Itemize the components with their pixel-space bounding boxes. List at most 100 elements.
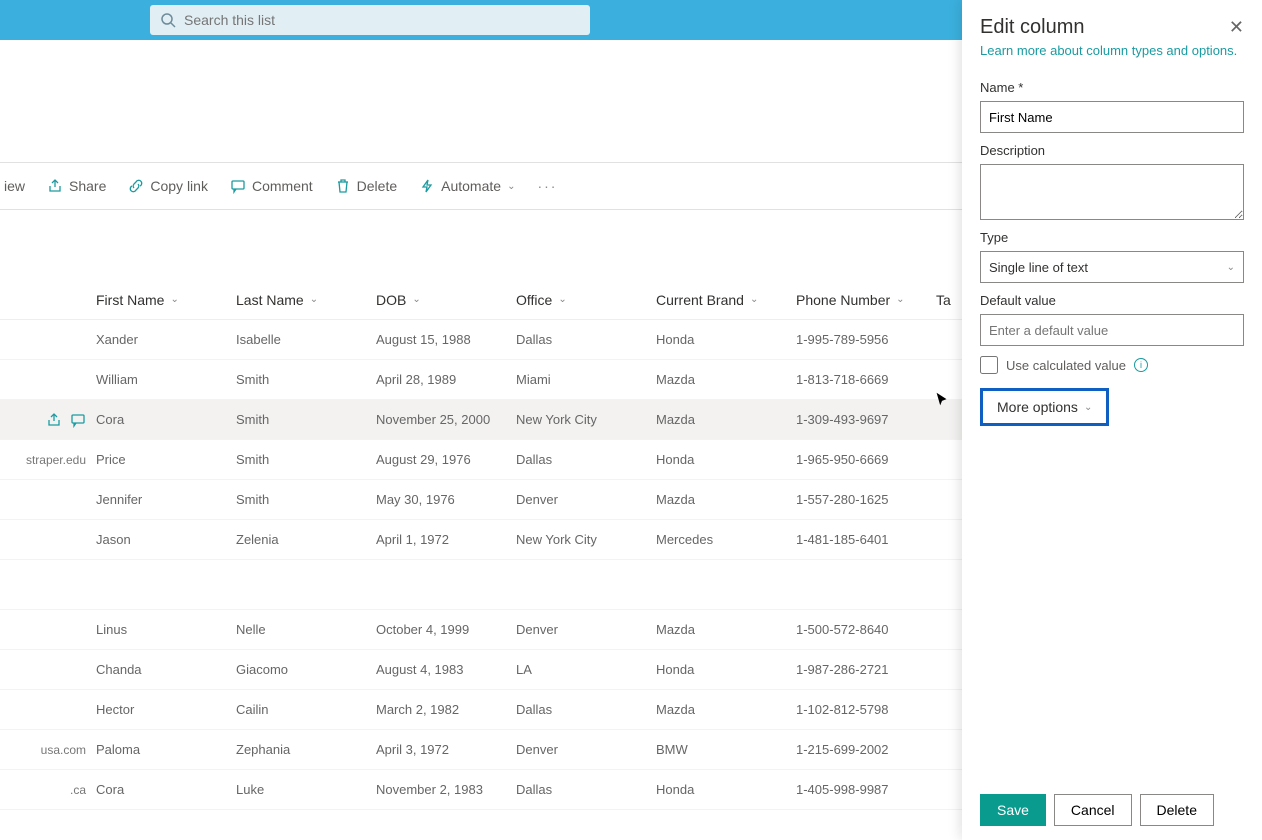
chevron-down-icon: ⌄ [507,181,515,192]
cell-first-name: Hector [96,702,236,717]
use-calculated-value-checkbox[interactable] [980,356,998,374]
type-value: Single line of text [989,260,1088,275]
share-icon [47,178,63,194]
chevron-down-icon: ⌄ [1227,262,1235,273]
chevron-down-icon: ⌄ [412,294,420,305]
more-commands-button[interactable]: ··· [537,178,557,194]
cell-office: Dallas [516,782,656,797]
name-label: Name * [980,80,1244,95]
cell-phone: 1-995-789-5956 [796,332,936,347]
comment-icon[interactable] [70,412,86,428]
more-options-button[interactable]: More options ⌄ [980,388,1109,426]
default-value-input[interactable] [980,314,1244,346]
cell-office: New York City [516,412,656,427]
cell-first-name: Jason [96,532,236,547]
cell-last-name: Smith [236,372,376,387]
cell-first-name: Linus [96,622,236,637]
cell-phone: 1-215-699-2002 [796,742,936,757]
chevron-down-icon: ⌄ [896,294,904,305]
cell-office: Dallas [516,702,656,717]
default-value-label: Default value [980,293,1244,308]
comment-icon [230,178,246,194]
chevron-down-icon: ⌄ [310,294,318,305]
cell-dob: April 1, 1972 [376,532,516,547]
edit-column-panel: Edit column ✕ Learn more about column ty… [962,0,1262,840]
cell-dob: November 2, 1983 [376,782,516,797]
more-options-label: More options [997,399,1078,415]
row-lead: usa.com [0,743,96,757]
cell-office: Denver [516,742,656,757]
delete-button[interactable]: Delete [335,178,397,194]
panel-title: Edit column [980,16,1085,39]
cell-office: Dallas [516,332,656,347]
cell-brand: Mazda [656,492,796,507]
cell-brand: Honda [656,332,796,347]
view-menu[interactable]: iew [4,178,25,194]
column-header-first-name[interactable]: First Name⌄ [96,292,236,308]
copy-link-button[interactable]: Copy link [128,178,208,194]
search-input[interactable] [184,12,580,28]
cell-brand: BMW [656,742,796,757]
cancel-button[interactable]: Cancel [1054,794,1132,826]
chevron-down-icon: ⌄ [1084,402,1092,413]
type-select[interactable]: Single line of text ⌄ [980,251,1244,283]
info-icon[interactable]: i [1134,358,1148,372]
cell-office: Denver [516,622,656,637]
column-header-office[interactable]: Office⌄ [516,292,656,308]
cell-last-name: Zelenia [236,532,376,547]
cell-dob: March 2, 1982 [376,702,516,717]
cell-first-name: Cora [96,412,236,427]
automate-button[interactable]: Automate ⌄ [419,178,515,194]
row-lead: .ca [0,783,96,797]
link-icon [128,178,144,194]
cell-office: Miami [516,372,656,387]
cell-first-name: William [96,372,236,387]
cell-office: Dallas [516,452,656,467]
cell-brand: Mazda [656,372,796,387]
cell-dob: April 3, 1972 [376,742,516,757]
cell-brand: Mazda [656,702,796,717]
column-header-last-name[interactable]: Last Name⌄ [236,292,376,308]
column-header-dob[interactable]: DOB⌄ [376,292,516,308]
cell-office: Denver [516,492,656,507]
learn-more-link[interactable]: Learn more about column types and option… [980,43,1244,58]
automate-icon [419,178,435,194]
cell-first-name: Chanda [96,662,236,677]
cell-phone: 1-405-998-9987 [796,782,936,797]
cell-first-name: Cora [96,782,236,797]
cell-last-name: Nelle [236,622,376,637]
share-button[interactable]: Share [47,178,106,194]
close-panel-button[interactable]: ✕ [1229,17,1244,38]
panel-delete-button[interactable]: Delete [1140,794,1214,826]
save-button[interactable]: Save [980,794,1046,826]
search-box[interactable] [150,5,590,35]
cell-dob: August 15, 1988 [376,332,516,347]
cell-phone: 1-557-280-1625 [796,492,936,507]
cell-last-name: Smith [236,412,376,427]
name-input[interactable] [980,101,1244,133]
type-label: Type [980,230,1244,245]
panel-footer: Save Cancel Delete [980,794,1244,826]
cell-phone: 1-309-493-9697 [796,412,936,427]
description-input[interactable] [980,164,1244,220]
cell-last-name: Smith [236,452,376,467]
cell-last-name: Cailin [236,702,376,717]
column-header-current-brand[interactable]: Current Brand⌄ [656,292,796,308]
comment-button[interactable]: Comment [230,178,313,194]
row-lead [0,412,96,428]
cell-phone: 1-481-185-6401 [796,532,936,547]
cell-dob: May 30, 1976 [376,492,516,507]
cell-phone: 1-987-286-2721 [796,662,936,677]
delete-label: Delete [357,178,397,194]
cell-phone: 1-102-812-5798 [796,702,936,717]
automate-label: Automate [441,178,501,194]
copy-link-label: Copy link [150,178,208,194]
cursor-icon [933,391,951,409]
column-header-phone-number[interactable]: Phone Number⌄ [796,292,936,308]
chevron-down-icon: ⌄ [170,294,178,305]
cell-dob: April 28, 1989 [376,372,516,387]
row-lead: straper.edu [0,453,96,467]
cell-dob: August 29, 1976 [376,452,516,467]
share-icon[interactable] [46,412,62,428]
use-calculated-value-label: Use calculated value [1006,358,1126,373]
